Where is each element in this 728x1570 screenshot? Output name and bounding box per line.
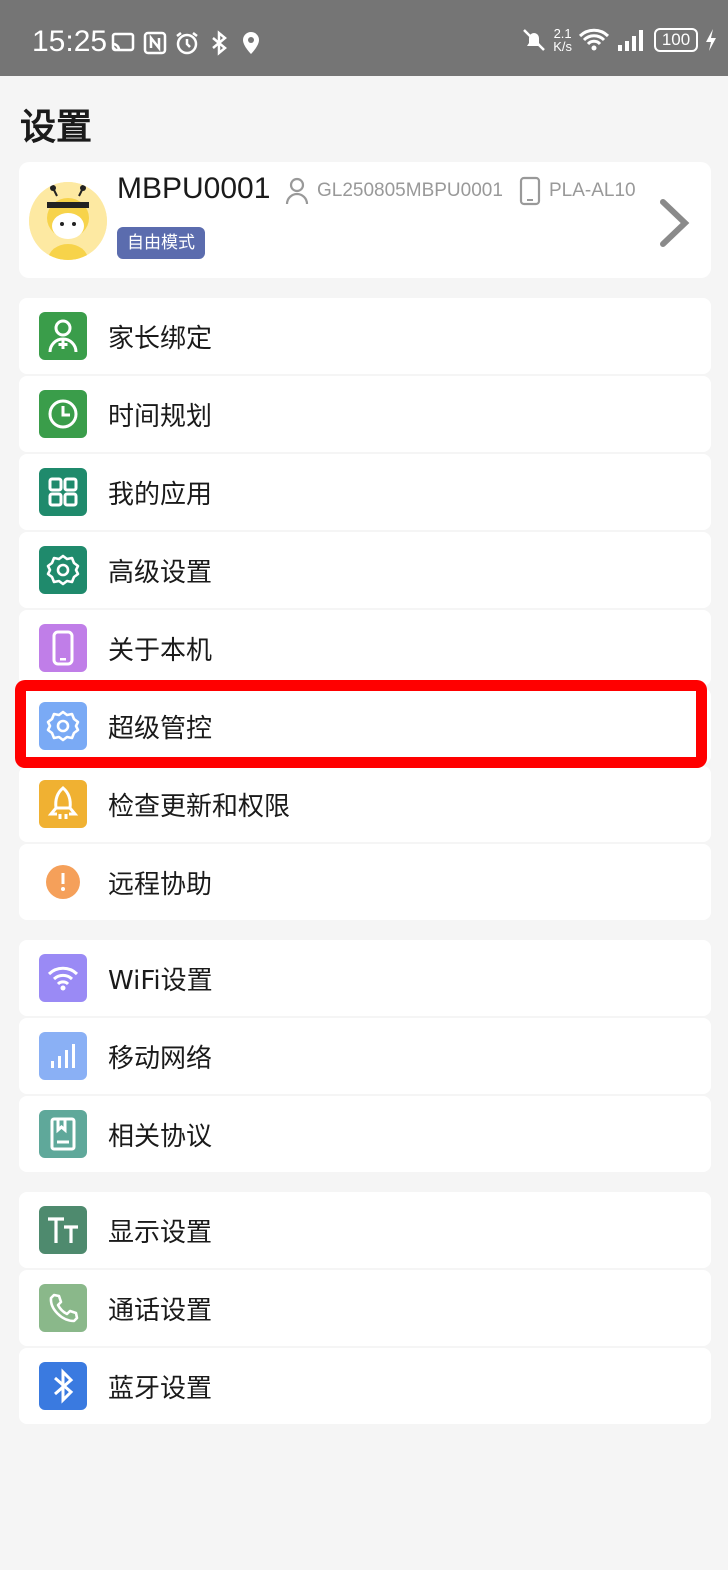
menu-item-label: 我的应用	[108, 480, 213, 510]
menu-group-network: WiFi设置 移动网络 相关协议	[19, 940, 711, 1174]
wifi-icon	[578, 28, 610, 51]
status-time: 15:25	[32, 25, 108, 58]
profile-card[interactable]: MBPU0001 GL250805MBPU0001 PLA-AL10 自由模式	[19, 162, 711, 278]
menu-group-device: 显示设置 通话设置 蓝牙设置	[19, 1192, 711, 1426]
menu-item-about-device[interactable]: 关于本机	[19, 610, 711, 686]
menu-item-parent-bind[interactable]: 家长绑定	[19, 298, 711, 374]
menu-item-label: 蓝牙设置	[108, 1374, 213, 1404]
alert-icon	[39, 858, 87, 906]
username: MBPU0001	[117, 172, 271, 205]
document-icon	[39, 1110, 87, 1158]
page-title: 设置	[20, 107, 93, 148]
account-id: GL250805MBPU0001	[285, 176, 503, 206]
cast-icon	[111, 32, 135, 52]
menu-item-display-settings[interactable]: 显示设置	[19, 1192, 711, 1268]
signal-icon	[618, 30, 643, 51]
wifi-icon	[39, 954, 87, 1002]
mute-icon	[523, 29, 546, 51]
device-model-text: PLA-AL10	[549, 180, 636, 201]
mode-badge: 自由模式	[117, 227, 205, 259]
text-size-icon	[39, 1206, 87, 1254]
menu-item-label: 通话设置	[108, 1296, 213, 1326]
avatar	[29, 182, 107, 260]
nfc-icon	[143, 31, 167, 55]
charging-icon	[706, 29, 716, 51]
status-right-icons: 2.1 K/s 100	[521, 26, 718, 54]
menu-item-label: 关于本机	[108, 636, 213, 666]
gear-icon	[39, 546, 87, 594]
menu-group-general: 家长绑定 时间规划 我的应用 高级设置 关于本机 超级管控 检查更新和权限 远程…	[19, 298, 711, 922]
menu-item-label: 高级设置	[108, 558, 213, 588]
gear-icon	[39, 702, 87, 750]
menu-item-label: 检查更新和权限	[108, 792, 291, 822]
parent-bind-icon	[39, 312, 87, 360]
menu-item-advanced-settings[interactable]: 高级设置	[19, 532, 711, 608]
menu-item-check-update[interactable]: 检查更新和权限	[19, 766, 711, 842]
menu-item-label: 移动网络	[108, 1044, 213, 1074]
menu-item-label: 远程协助	[108, 870, 213, 900]
bluetooth-icon	[39, 1362, 87, 1410]
account-id-text: GL250805MBPU0001	[317, 180, 503, 201]
menu-item-time-plan[interactable]: 时间规划	[19, 376, 711, 452]
chevron-right-icon[interactable]	[657, 198, 691, 248]
alarm-icon	[176, 32, 198, 55]
signal-icon	[39, 1032, 87, 1080]
phone-call-icon	[39, 1284, 87, 1332]
battery-level: 100	[654, 28, 698, 52]
menu-item-label: 时间规划	[108, 402, 213, 432]
apps-grid-icon	[39, 468, 87, 516]
menu-item-label: 家长绑定	[108, 324, 213, 354]
device-icon	[519, 176, 541, 206]
menu-item-wifi-settings[interactable]: WiFi设置	[19, 940, 711, 1016]
phone-icon	[39, 624, 87, 672]
menu-item-super-control[interactable]: 超级管控	[19, 688, 711, 764]
bluetooth-icon	[212, 30, 227, 56]
user-icon	[285, 177, 309, 205]
menu-item-my-apps[interactable]: 我的应用	[19, 454, 711, 530]
bee-avatar-icon	[29, 182, 107, 260]
menu-item-mobile-network[interactable]: 移动网络	[19, 1018, 711, 1094]
device-model: PLA-AL10	[519, 176, 636, 206]
menu-item-label: 相关协议	[108, 1122, 213, 1152]
status-left-icons	[110, 29, 264, 57]
menu-item-call-settings[interactable]: 通话设置	[19, 1270, 711, 1346]
status-bar: 15:25 2.1 K/s 100	[0, 0, 728, 76]
clock-icon	[39, 390, 87, 438]
location-icon	[243, 32, 259, 54]
net-speed: 2.1 K/s	[553, 26, 572, 54]
menu-item-label: 显示设置	[108, 1218, 213, 1248]
menu-item-remote-assist[interactable]: 远程协助	[19, 844, 711, 920]
menu-item-agreements[interactable]: 相关协议	[19, 1096, 711, 1172]
menu-item-label: 超级管控	[108, 714, 213, 744]
rocket-icon	[39, 780, 87, 828]
menu-item-bluetooth-settings[interactable]: 蓝牙设置	[19, 1348, 711, 1424]
menu-item-label: WiFi设置	[108, 966, 213, 996]
